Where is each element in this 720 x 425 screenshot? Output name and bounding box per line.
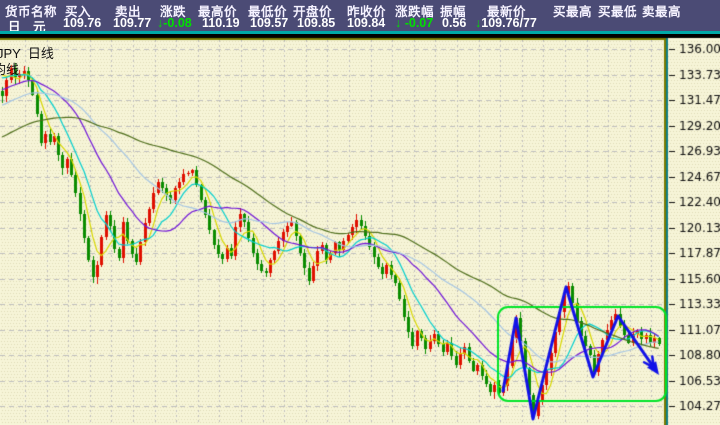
quote-column-value: ↓-0.08 [157,16,192,30]
quote-column-value: ↓ -0.07 [395,16,434,30]
quote-column-value: 0.56 [442,16,467,30]
quote-column-value: 110.19 [202,16,240,30]
quote-column-value: 109.57 [250,16,289,30]
quote-column-value: 109.85 [297,16,336,30]
price-down-arrow-icon: ↓ [475,16,482,30]
quote-header-bar: 货币名称日 元买入 109.76 卖出 109.77 涨跌 ↓-0.08 最高价 110.19… [0,0,720,34]
quote-column-label: 买最高 [553,5,593,19]
fx-terminal-window: 货币名称日 元买入 109.76 卖出 109.77 涨跌 ↓-0.08 最高价 110.19… [0,0,720,425]
header-separator-line [0,31,720,34]
quote-column-value: 109.84 [347,16,386,30]
candlestick-chart-canvas[interactable] [0,0,720,425]
quote-column-value: 109.76 [63,16,102,30]
quote-column-label: 买最低 [598,5,638,19]
quote-column-value: ↓109.76/77 [475,16,537,30]
ma-legend-label: 均线 [0,62,20,77]
quote-column-label: 卖最高 [642,5,682,19]
quote-column-value: 109.77 [113,16,152,30]
